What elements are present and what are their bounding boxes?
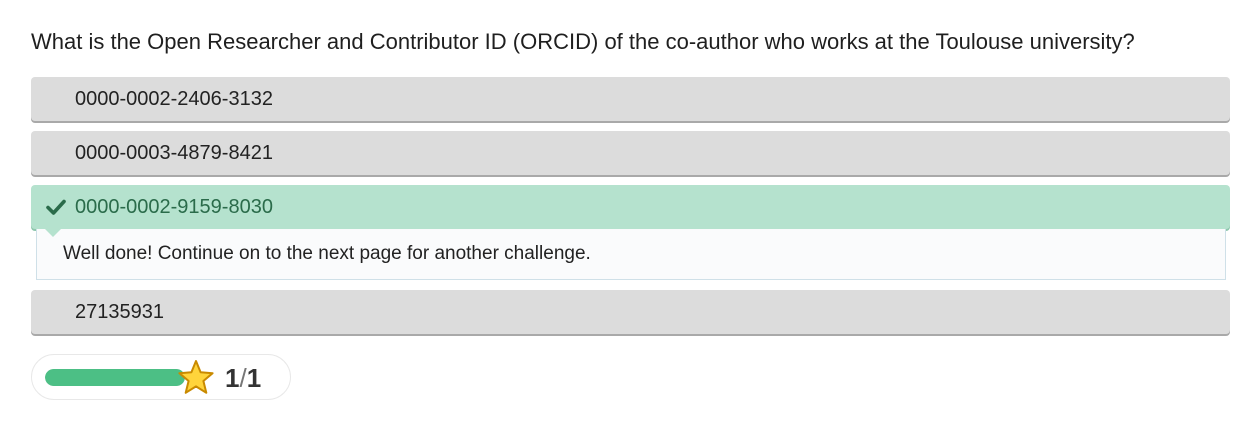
answer-option-3-correct[interactable]: 0000-0002-9159-8030: [31, 185, 1230, 229]
checkmark-icon: [46, 199, 66, 215]
score-text: 1/1: [225, 364, 261, 392]
answer-option-label: 0000-0002-2406-3132: [75, 88, 273, 110]
star-icon: [178, 360, 214, 394]
answer-option-label: 27135931: [75, 301, 164, 323]
answer-option-1[interactable]: 0000-0002-2406-3132: [31, 77, 1230, 121]
progress-track: [45, 369, 185, 386]
answer-option-label: 0000-0003-4879-8421: [75, 142, 273, 164]
feedback-message: Well done! Continue on to the next page …: [63, 243, 591, 264]
feedback-pointer: [44, 228, 62, 237]
answer-option-2[interactable]: 0000-0003-4879-8421: [31, 131, 1230, 175]
progress-indicator: 1/1: [31, 354, 291, 400]
score-current: 1: [225, 363, 240, 393]
progress-fill: [45, 369, 185, 386]
answer-option-4[interactable]: 27135931: [31, 290, 1230, 334]
answer-option-label: 0000-0002-9159-8030: [75, 196, 273, 218]
question-text: What is the Open Researcher and Contribu…: [31, 29, 1135, 54]
score-separator: /: [239, 363, 247, 393]
score-total: 1: [246, 363, 262, 393]
feedback-panel: Well done! Continue on to the next page …: [36, 228, 1226, 280]
